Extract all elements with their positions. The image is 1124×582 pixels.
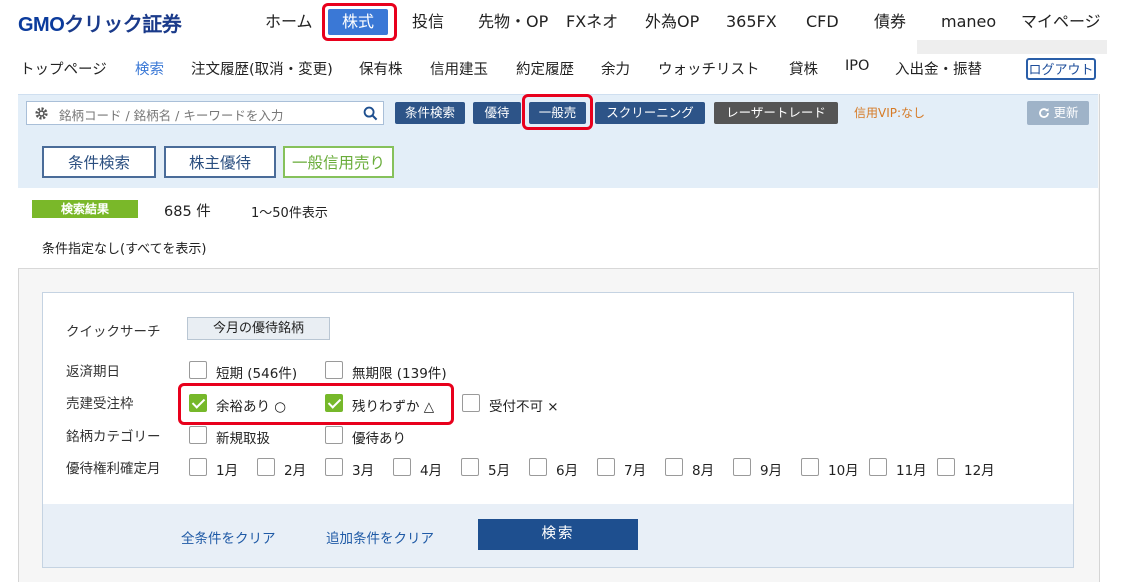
results-badge: 検索結果: [32, 200, 138, 218]
checkbox-unavailable[interactable]: [462, 394, 480, 412]
checkbox-unlimited[interactable]: [325, 361, 343, 379]
nav-forex-op[interactable]: 外為OP: [645, 0, 699, 44]
months-label: 優待権利確定月: [66, 461, 161, 477]
tab-shareholder-benefits[interactable]: 株主優待: [164, 146, 276, 178]
nav-cfd[interactable]: CFD: [806, 0, 839, 44]
subnav-search[interactable]: 検索: [135, 58, 164, 78]
checkbox-month-7[interactable]: [597, 458, 615, 476]
result-count: 685 件: [164, 204, 211, 220]
subnav-top[interactable]: トップページ: [20, 58, 107, 78]
checkbox-month-8[interactable]: [665, 458, 683, 476]
subnav-holdings[interactable]: 保有株: [359, 58, 403, 78]
global-nav: GMOクリック証券 ホーム 株式 投信 先物・OP FXネオ 外為OP 365F…: [0, 0, 1124, 44]
subnav-executions[interactable]: 約定履歴: [516, 58, 574, 78]
tab-condition-search[interactable]: 条件検索: [42, 146, 156, 178]
option-has-benefits: 優待あり: [352, 431, 406, 447]
checkbox-month-2[interactable]: [257, 458, 275, 476]
checkbox-month-4[interactable]: [393, 458, 411, 476]
checkbox-month-1[interactable]: [189, 458, 207, 476]
option-ample: 余裕あり ○: [216, 399, 287, 415]
option-month-7: 7月: [624, 463, 647, 479]
nav-mypage[interactable]: マイページ: [1021, 0, 1101, 44]
category-label: 銘柄カテゴリー: [66, 429, 161, 445]
repayment-label: 返済期日: [66, 364, 120, 380]
checkbox-has-benefits[interactable]: [325, 426, 343, 444]
search-icon[interactable]: [363, 106, 378, 121]
option-month-5: 5月: [488, 463, 511, 479]
checkbox-ample[interactable]: [189, 394, 207, 412]
option-unavailable: 受付不可 ×: [489, 399, 559, 415]
checkbox-month-12[interactable]: [937, 458, 955, 476]
search-placeholder: 銘柄コード / 銘柄名 / キーワードを入力: [59, 108, 284, 123]
refresh-button[interactable]: 更新: [1027, 101, 1089, 125]
clear-extra-link[interactable]: 追加条件をクリア: [326, 527, 434, 547]
refresh-label: 更新: [1053, 105, 1079, 120]
condition-search-button[interactable]: 条件検索: [395, 102, 465, 124]
nav-home[interactable]: ホーム: [265, 0, 313, 44]
subnav-stock-lending[interactable]: 貸株: [789, 58, 818, 78]
option-few-left: 残りわずか △: [352, 399, 435, 415]
checkbox-month-5[interactable]: [461, 458, 479, 476]
nav-stocks[interactable]: 株式: [328, 0, 389, 44]
checkbox-few-left[interactable]: [325, 394, 343, 412]
laser-trade-button[interactable]: レーザートレード: [714, 102, 838, 124]
nav-futures[interactable]: 先物・OP: [478, 0, 548, 44]
header-gray-strip: [917, 40, 1107, 54]
option-month-10: 10月: [828, 463, 859, 479]
subnav-margin-positions[interactable]: 信用建玉: [430, 58, 488, 78]
option-new-listing: 新規取扱: [216, 431, 270, 447]
credit-vip-status: 信用VIP:なし: [854, 106, 926, 120]
option-month-4: 4月: [420, 463, 443, 479]
nav-stocks-label: 株式: [328, 9, 389, 35]
subnav-watchlist[interactable]: ウォッチリスト: [658, 58, 760, 78]
option-month-12: 12月: [964, 463, 995, 479]
option-month-2: 2月: [284, 463, 307, 479]
clear-all-link[interactable]: 全条件をクリア: [181, 527, 276, 547]
option-month-9: 9月: [760, 463, 783, 479]
condition-summary: 条件指定なし(すべてを表示): [42, 242, 207, 257]
nav-365fx[interactable]: 365FX: [726, 0, 777, 44]
option-month-8: 8月: [692, 463, 715, 479]
nav-funds[interactable]: 投信: [412, 0, 444, 44]
checkbox-month-3[interactable]: [325, 458, 343, 476]
checkbox-month-6[interactable]: [529, 458, 547, 476]
quick-search-button[interactable]: 今月の優待銘柄: [187, 317, 330, 340]
option-unlimited: 無期限 (139件): [352, 366, 447, 382]
logout-button[interactable]: ログアウト: [1026, 58, 1096, 80]
gear-icon[interactable]: [34, 106, 49, 121]
subnav-ipo[interactable]: IPO: [845, 58, 869, 78]
option-month-3: 3月: [352, 463, 375, 479]
screening-button[interactable]: スクリーニング: [595, 102, 705, 124]
search-button[interactable]: 検索: [478, 519, 638, 550]
option-short-term: 短期 (546件): [216, 366, 298, 382]
checkbox-new-listing[interactable]: [189, 426, 207, 444]
general-sell-button[interactable]: 一般売: [529, 102, 586, 124]
subnav-order-history[interactable]: 注文履歴(取消・変更): [191, 58, 333, 78]
nav-fxneo[interactable]: FXネオ: [566, 0, 618, 44]
subnav-buying-power[interactable]: 余力: [601, 58, 630, 78]
checkbox-month-9[interactable]: [733, 458, 751, 476]
search-input[interactable]: 銘柄コード / 銘柄名 / キーワードを入力: [26, 101, 384, 125]
option-month-11: 11月: [896, 463, 927, 479]
quick-search-label: クイックサーチ: [66, 324, 161, 340]
logo-text: クリック証券: [64, 14, 182, 36]
logo-brand: GMO: [18, 14, 65, 36]
nav-maneo[interactable]: maneo: [941, 0, 996, 44]
nav-bonds[interactable]: 債券: [874, 0, 906, 44]
result-range: 1〜50件表示: [251, 206, 328, 221]
checkbox-month-11[interactable]: [869, 458, 887, 476]
refresh-icon: [1038, 108, 1049, 118]
checkbox-short-term[interactable]: [189, 361, 207, 379]
subnav-deposit[interactable]: 入出金・振替: [895, 58, 982, 78]
option-month-1: 1月: [216, 463, 239, 479]
tab-general-margin-sell[interactable]: 一般信用売り: [283, 146, 394, 178]
checkbox-month-10[interactable]: [801, 458, 819, 476]
sell-quota-label: 売建受注枠: [66, 396, 134, 412]
gmo-logo[interactable]: GMOクリック証券: [18, 8, 182, 37]
benefits-button[interactable]: 優待: [473, 102, 521, 124]
option-month-6: 6月: [556, 463, 579, 479]
